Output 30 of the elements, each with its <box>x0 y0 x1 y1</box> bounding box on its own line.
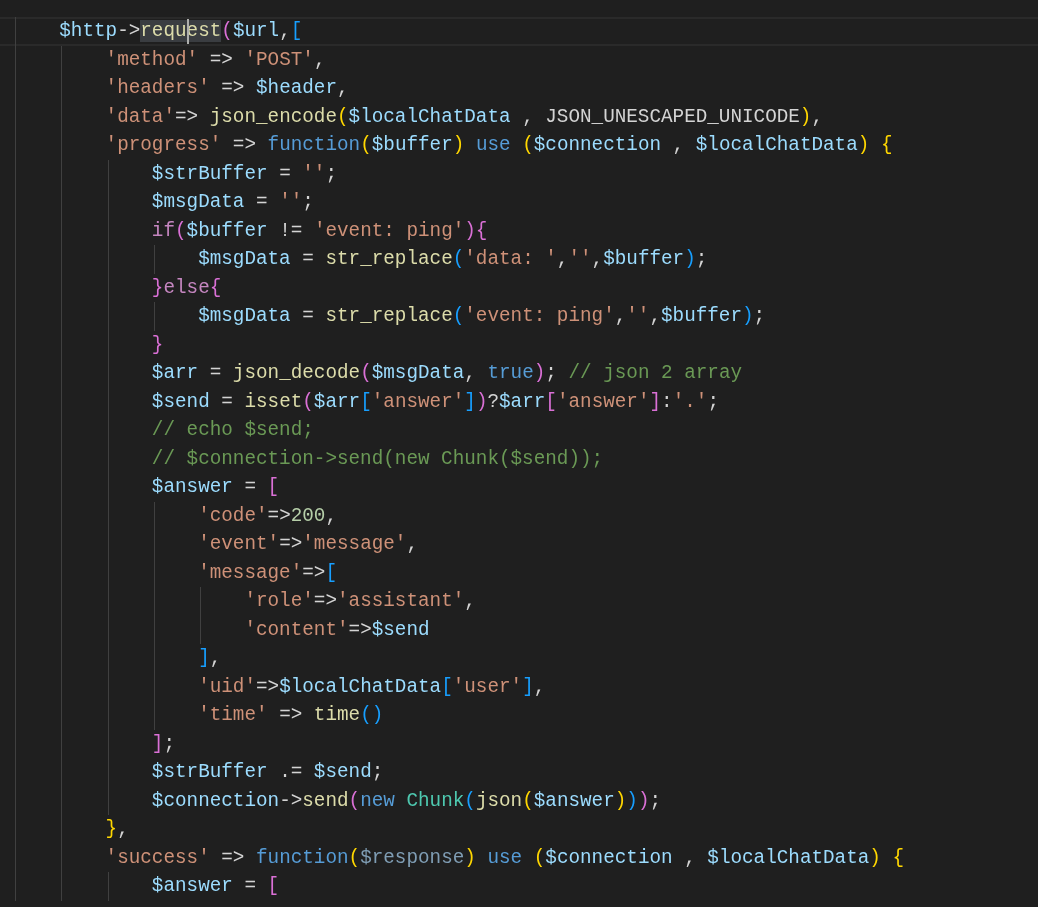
code-line: 'headers' => $header, <box>104 76 349 101</box>
code-line: 'data'=> json_encode($localChatData , JSON_UNESCAPED_UNICODE), <box>104 104 823 129</box>
code-line: $send = isset($arr['answer'])?$arr['answer']:'.'; <box>150 389 719 414</box>
code-line: // $connection->send(new Chunk($send)); <box>150 446 604 471</box>
code-line: // echo $send; <box>150 418 314 443</box>
code-line: $answer = [ <box>150 874 280 899</box>
code-line: $arr = json_decode($msgData, true); // json 2 array <box>150 361 743 386</box>
code-line: 'uid'=>$localChatData['user'], <box>197 674 546 699</box>
code-line: 'success' => function($response) use ($connection , $localChatData) { <box>104 845 905 870</box>
code-line: 'role'=>'assistant', <box>243 589 476 614</box>
code-line: $strBuffer .= $send; <box>150 760 384 785</box>
code-line: $msgData = str_replace('event: ping','',$buffer); <box>197 304 766 329</box>
code-line: $msgData = str_replace('data: ','',$buffer); <box>197 247 708 272</box>
code-line: } <box>150 332 164 357</box>
code-line: $msgData = ''; <box>150 190 314 215</box>
code-line: 'progress' => function($buffer) use ($connection , $localChatData) { <box>104 133 893 158</box>
code-line: 'content'=>$send <box>243 617 430 642</box>
code-line: $connection->send(new Chunk(json($answer))); <box>150 788 662 813</box>
code-line: ], <box>197 646 222 671</box>
code-line: $strBuffer = ''; <box>150 161 337 186</box>
code-line: }else{ <box>150 275 222 300</box>
code-line: 'method' => 'POST', <box>104 47 326 72</box>
code-line: 'event'=>'message', <box>197 532 418 557</box>
code-line: 'time' => time() <box>197 703 384 728</box>
code-line: 'message'=>[ <box>197 560 337 585</box>
code-line: ]; <box>150 731 175 756</box>
code-line: $answer = [ <box>150 475 280 500</box>
code-line: 'code'=>200, <box>197 503 337 528</box>
code-line: }, <box>104 817 129 842</box>
code-line: if($buffer != 'event: ping'){ <box>150 218 488 243</box>
